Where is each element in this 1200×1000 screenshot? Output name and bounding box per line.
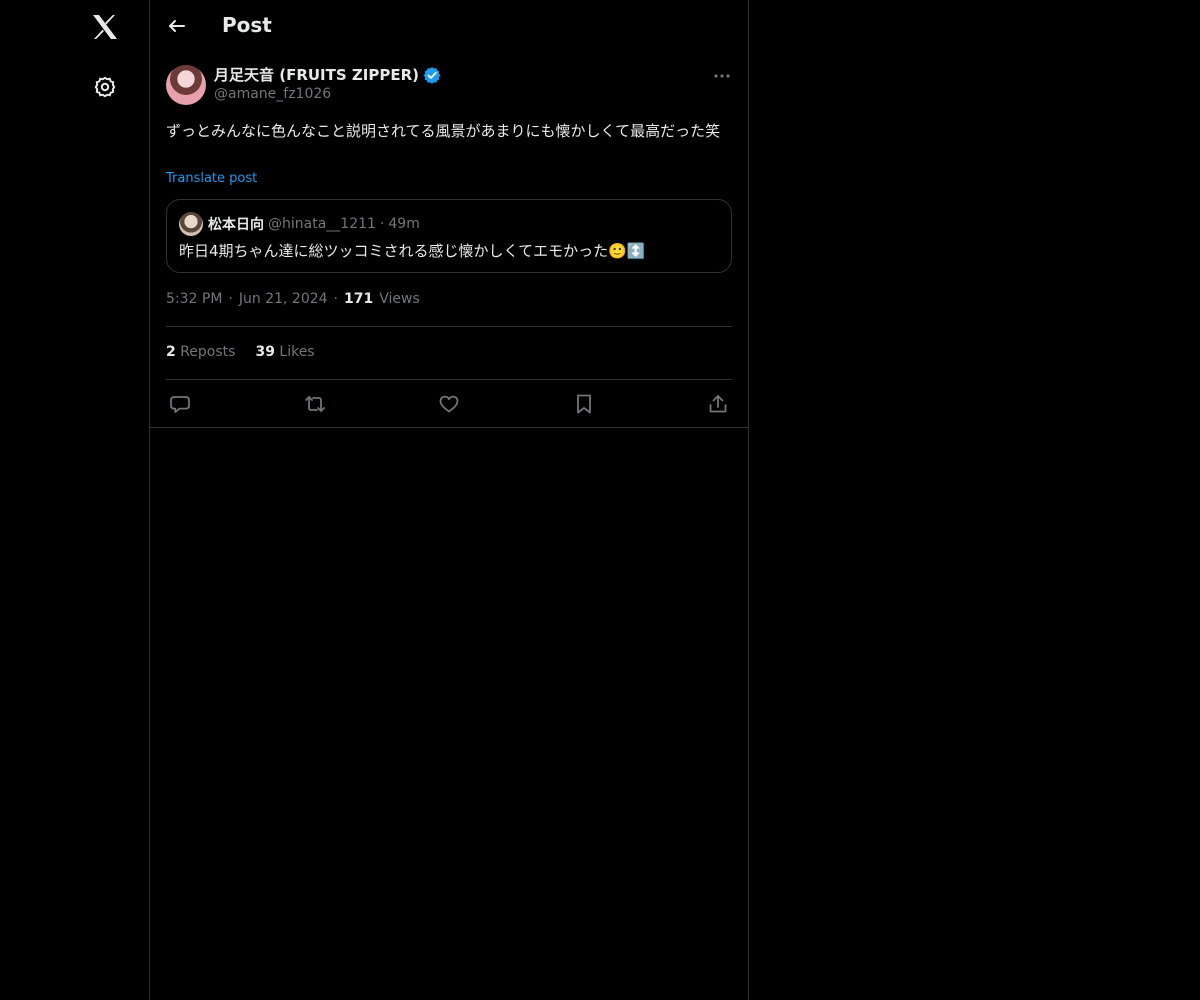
reposts-stat[interactable]: 2 Reposts xyxy=(166,344,235,360)
verified-badge-icon xyxy=(423,66,441,84)
page-title: Post xyxy=(222,13,272,37)
bookmark-icon[interactable] xyxy=(570,390,598,418)
more-horizontal-icon[interactable] xyxy=(710,66,734,86)
quoted-author-handle: @hinata__1211 xyxy=(268,216,376,232)
arrow-left-icon[interactable] xyxy=(164,13,190,39)
divider xyxy=(166,326,732,327)
post-stats: 2 Reposts 39 Likes xyxy=(166,344,315,360)
post-time[interactable]: 5:32 PM xyxy=(166,291,222,307)
quoted-post-text: 昨日4期ちゃん達に総ツッコミされる感じ懐かしくてエモかった🙂↕️ xyxy=(179,242,646,260)
meta-separator: · xyxy=(333,291,338,307)
views-label: Views xyxy=(379,291,420,307)
share-icon[interactable] xyxy=(704,390,732,418)
meta-separator: · xyxy=(228,291,233,307)
post-actions xyxy=(166,390,732,418)
author-name-row: 月足天音 (FRUITS ZIPPER) xyxy=(214,64,441,85)
x-logo-icon[interactable] xyxy=(89,11,121,43)
gear-icon[interactable] xyxy=(89,71,121,103)
likes-count: 39 xyxy=(255,344,275,360)
reposts-count: 2 xyxy=(166,344,176,360)
post-metadata: 5:32 PM · Jun 21, 2024 · 171 Views xyxy=(166,291,420,307)
quoted-post-time: 49m xyxy=(388,216,420,232)
author-handle[interactable]: @amane_fz1026 xyxy=(214,86,331,102)
quoted-meta-separator: · xyxy=(379,216,385,232)
post-text: ずっとみんなに色んなこと説明されてる風景があまりにも懐かしくて最高だった笑 xyxy=(166,122,721,140)
quoted-author-avatar xyxy=(179,212,203,236)
author-display-name[interactable]: 月足天音 (FRUITS ZIPPER) xyxy=(214,64,419,85)
quoted-post-card[interactable]: 松本日向 @hinata__1211 · 49m 昨日4期ちゃん達に総ツッコミさ… xyxy=(166,199,732,273)
repost-icon[interactable] xyxy=(301,390,329,418)
post-date[interactable]: Jun 21, 2024 xyxy=(239,291,328,307)
likes-label: Likes xyxy=(279,344,315,360)
divider xyxy=(150,427,748,428)
quoted-post-meta: 松本日向 @hinata__1211 · 49m xyxy=(208,214,420,234)
left-navigation-rail xyxy=(0,0,150,1000)
post-detail-column: Post 月足天音 (FRUITS ZIPPER) @amane_fz1026 … xyxy=(150,0,749,1000)
likes-stat[interactable]: 39 Likes xyxy=(255,344,314,360)
reply-icon[interactable] xyxy=(166,390,194,418)
divider xyxy=(166,379,732,380)
quoted-author-name: 松本日向 xyxy=(208,217,264,233)
post-header: Post xyxy=(150,0,748,53)
heart-icon[interactable] xyxy=(435,390,463,418)
reposts-label: Reposts xyxy=(180,344,236,360)
views-count: 171 xyxy=(344,291,374,307)
author-avatar[interactable] xyxy=(166,65,206,105)
translate-post-link[interactable]: Translate post xyxy=(166,171,257,186)
